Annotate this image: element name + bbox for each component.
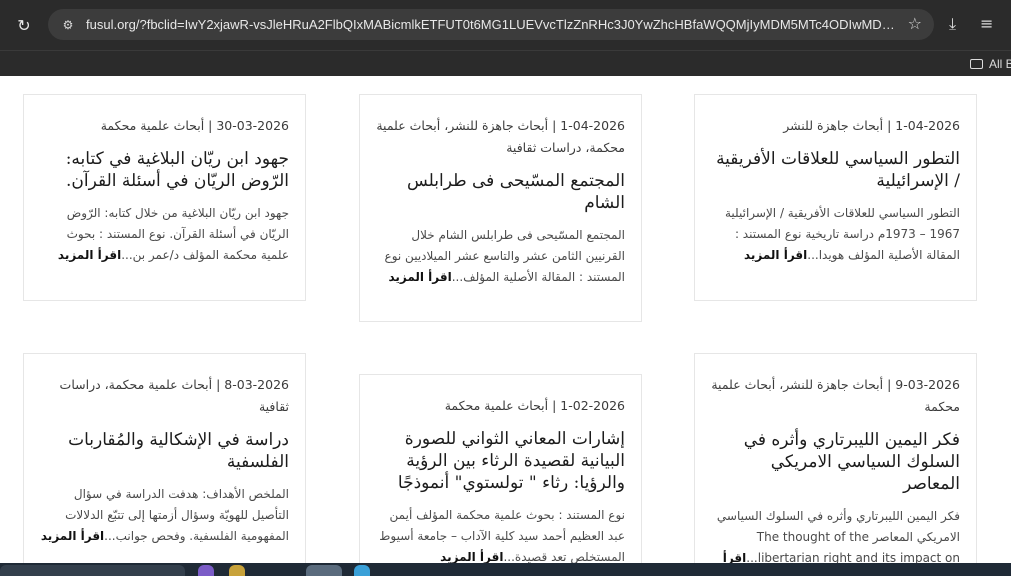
all-bookmarks-label: All B <box>989 57 1011 71</box>
all-bookmarks-button[interactable]: All B <box>970 51 1011 77</box>
article-card: 30-03-2026 | أبحاث علمية محكمة جهود ابن … <box>23 94 306 301</box>
card-categories[interactable]: أبحاث علمية محكمة <box>101 118 204 133</box>
folder-icon <box>970 59 983 69</box>
address-bar[interactable]: ⚙ fusul.org/?fbclid=IwY2xjawR-vsJleHRuA2… <box>48 9 934 40</box>
card-date: 1-04-2026 <box>560 118 625 133</box>
article-card: 1-04-2026 | أبحاث جاهزة للنشر، أبحاث علم… <box>359 94 642 322</box>
card-date: 9-03-2026 <box>895 377 960 392</box>
card-date: 8-03-2026 <box>224 377 289 392</box>
article-card: 9-03-2026 | أبحاث جاهزة للنشر، أبحاث علم… <box>694 353 977 563</box>
star-icon[interactable]: ☆ <box>908 14 922 33</box>
card-categories[interactable]: أبحاث علمية محكمة <box>445 398 548 413</box>
os-taskbar <box>0 563 1011 576</box>
read-more-link[interactable]: اقرأ المزيد <box>58 248 121 262</box>
taskbar-app-icon[interactable] <box>354 565 370 576</box>
article-card: 1-02-2026 | أبحاث علمية محكمة إشارات الم… <box>359 374 642 563</box>
taskbar-app-icon[interactable] <box>198 565 214 576</box>
taskbar-app[interactable] <box>0 565 185 576</box>
card-date: 30-03-2026 <box>216 118 289 133</box>
card-date: 1-02-2026 <box>560 398 625 413</box>
browser-toolbar: ↻ ⚙ fusul.org/?fbclid=IwY2xjawR-vsJleHRu… <box>0 0 1011 50</box>
bookmarks-bar: All B <box>0 50 1011 76</box>
read-more-link[interactable]: اقرأ المزيد <box>41 529 104 543</box>
card-date: 1-04-2026 <box>895 118 960 133</box>
download-icon[interactable]: ⤓ <box>949 14 956 34</box>
card-title[interactable]: المجتمع المسّيحى فى طرابلس الشام <box>376 170 625 214</box>
card-title[interactable]: دراسة في الإشكالية والمُقاربات الفلسفية <box>40 429 289 473</box>
reload-icon[interactable]: ↻ <box>12 13 36 37</box>
card-excerpt: فكر اليمين الليبرتاري وأثره في السلوك ال… <box>716 509 960 563</box>
card-excerpt: نوع المستند : بحوث علمية محكمة المؤلف أي… <box>379 508 625 563</box>
card-title[interactable]: إشارات المعاني الثواني للصورة البيانية ل… <box>376 428 625 494</box>
site-info-icon[interactable]: ⚙ <box>58 15 78 35</box>
page-content: 1-04-2026 | أبحاث جاهزة للنشر التطور الس… <box>0 76 1011 563</box>
url-text: fusul.org/?fbclid=IwY2xjawR-vsJleHRuA2Fl… <box>86 17 898 32</box>
read-more-link[interactable]: اقرأ المزيد <box>440 550 503 563</box>
tab-search-icon[interactable]: ≡ <box>980 14 993 33</box>
taskbar-app-icon[interactable] <box>229 565 245 576</box>
card-title[interactable]: جهود ابن ريّان البلاغية في كتابه: الرّوض… <box>40 148 289 192</box>
article-card: 1-04-2026 | أبحاث جاهزة للنشر التطور الس… <box>694 94 977 301</box>
read-more-link[interactable]: اقرأ المزيد <box>388 270 451 284</box>
card-categories[interactable]: أبحاث جاهزة للنشر <box>783 118 883 133</box>
article-card: 8-03-2026 | أبحاث علمية محكمة، دراسات ثق… <box>23 353 306 563</box>
card-title[interactable]: التطور السياسي للعلاقات الأفريقية / الإس… <box>711 148 960 192</box>
read-more-link[interactable]: اقرأ المزيد <box>744 248 807 262</box>
card-title[interactable]: فكر اليمين الليبرتاري وأثره في السلوك ال… <box>711 429 960 495</box>
taskbar-app-icon[interactable] <box>306 565 342 576</box>
